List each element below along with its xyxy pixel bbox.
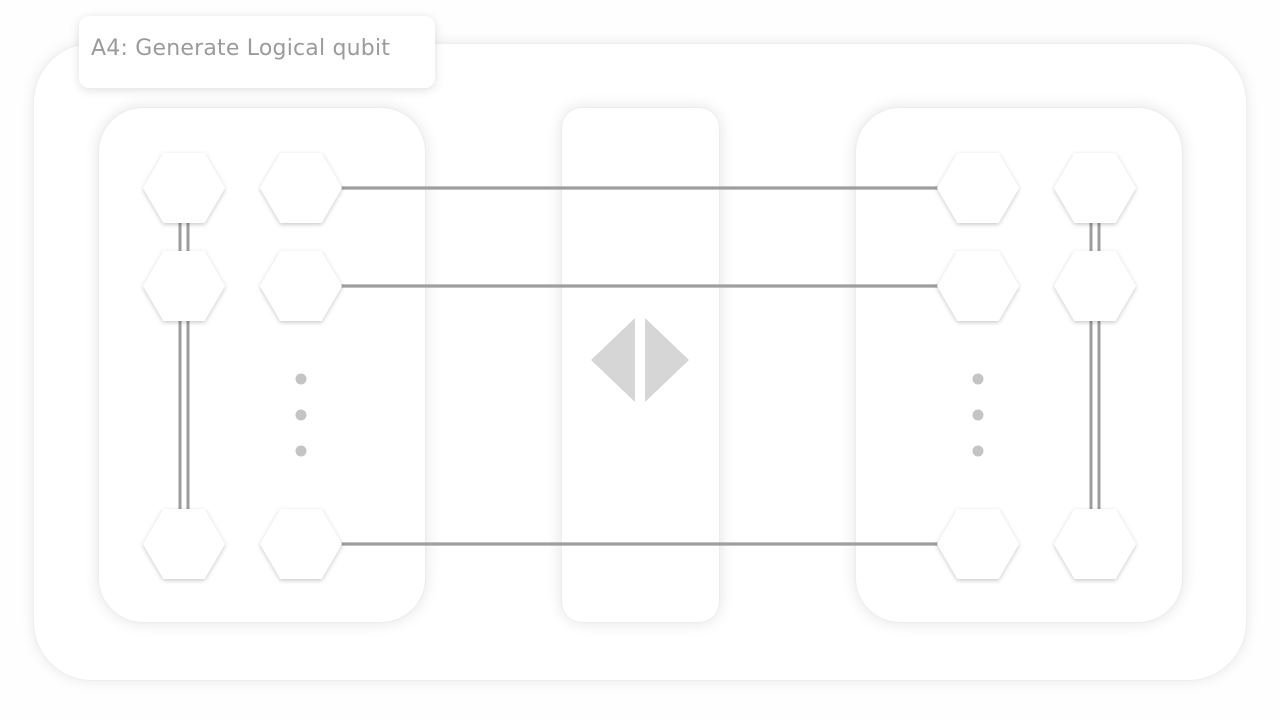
left-ellipsis-dot-1 [295,373,307,385]
right-qubit-hexagon-r1-c1 [937,153,1019,223]
right-triangle-glyph [645,318,689,402]
right-qubit-hexagon-r2-c1 [937,251,1019,321]
right-ellipsis-dot-1 [972,373,984,385]
left-qubit-hexagon-r3-c1 [143,509,225,579]
qubit-hexagons [143,153,1136,579]
right-qubit-hexagon-r3-c1 [937,509,1019,579]
left-ellipsis-dot-3 [295,445,307,457]
connector-lines [178,186,1101,546]
left-qubit-hexagon-r1-c2 [260,153,342,223]
right-qubit-hexagon-r3-c2 [1054,509,1136,579]
split-triangles-icon [591,318,689,402]
right-qubit-hexagon-r2-c2 [1054,251,1136,321]
right-ellipsis-dot-3 [972,445,984,457]
qubit-network [143,153,1136,579]
ellipsis-dots [295,373,984,457]
right-ellipsis-dot-2 [972,409,984,421]
left-qubit-hexagon-r2-c1 [143,251,225,321]
left-triangle-glyph [591,318,635,402]
left-qubit-hexagon-r1-c1 [143,153,225,223]
diagram-canvas: A4: Generate Logical qubit [0,0,1280,720]
right-qubit-hexagon-r1-c2 [1054,153,1136,223]
left-qubit-hexagon-r2-c2 [260,251,342,321]
left-ellipsis-dot-2 [295,409,307,421]
left-qubit-hexagon-r3-c2 [260,509,342,579]
